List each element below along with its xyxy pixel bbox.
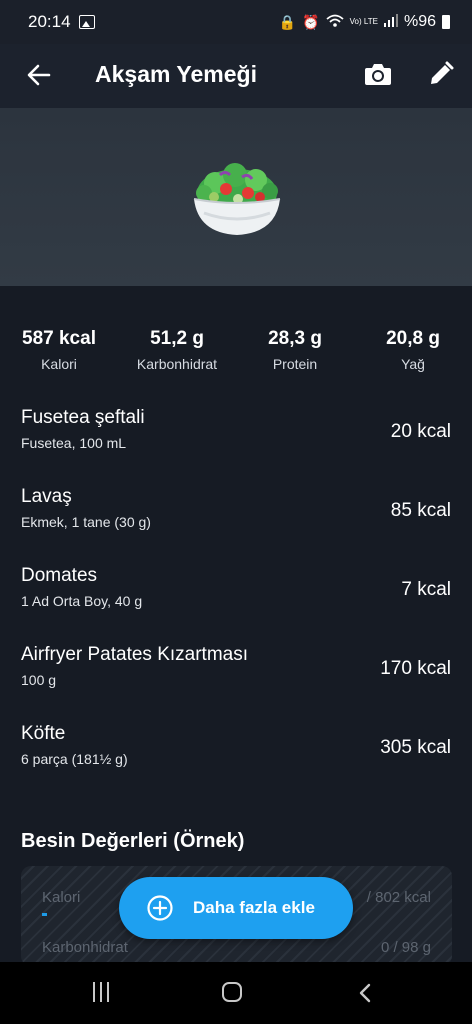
status-time: 20:14 <box>28 12 71 31</box>
system-nav-bar <box>0 962 472 1024</box>
add-more-label: Daha fazla ekle <box>193 898 315 917</box>
nav-back-icon[interactable] <box>355 982 377 1004</box>
lock-icon: 🔒 <box>278 13 297 30</box>
food-name: Airfryer Patates Kızartması <box>21 644 249 665</box>
recent-apps-icon-bar <box>100 982 102 1002</box>
recent-apps-icon-bar <box>93 982 95 1002</box>
volte-indicator: Vo) LTE <box>349 17 378 26</box>
add-more-button[interactable]: Daha fazla ekle <box>119 877 353 939</box>
edit-button[interactable] <box>423 56 459 92</box>
macro-label: Kalori <box>41 356 77 372</box>
back-button[interactable] <box>22 58 56 92</box>
salad-bowl-icon <box>193 163 281 235</box>
food-list-item[interactable]: Domates 1 Ad Orta Boy, 40 g 7 kcal <box>0 565 472 625</box>
macro-calories: 587 kcal Kalori <box>4 328 114 372</box>
alarm-icon: ⏰ <box>302 13 320 30</box>
food-name: Domates <box>21 565 98 586</box>
macro-label: Karbonhidrat <box>136 356 218 372</box>
arrow-left-icon <box>27 64 51 86</box>
macro-value: 51,2 g <box>150 328 204 349</box>
food-list-item[interactable]: Köfte 6 parça (181½ g) 305 kcal <box>0 723 472 783</box>
wifi-icon <box>326 14 344 31</box>
nutrition-value: 0 / 98 g <box>380 939 431 956</box>
food-calories: 7 kcal <box>401 579 451 600</box>
food-calories: 170 kcal <box>380 658 451 679</box>
home-button[interactable] <box>222 982 242 1002</box>
macro-label: Yağ <box>401 356 425 372</box>
page-title: Akşam Yemeği <box>95 61 257 87</box>
nutrition-value: / 802 kcal <box>366 889 431 906</box>
food-name: Fusetea şeftali <box>21 407 145 428</box>
food-list-item[interactable]: Airfryer Patates Kızartması 100 g 170 kc… <box>0 644 472 704</box>
food-calories: 20 kcal <box>390 421 451 442</box>
plus-circle-icon <box>147 895 173 921</box>
nutrition-label: Karbonhidrat <box>42 939 128 956</box>
recent-apps-button[interactable] <box>88 982 114 1004</box>
food-description: Ekmek, 1 tane (30 g) <box>21 514 151 530</box>
food-calories: 85 kcal <box>390 500 451 521</box>
macro-fat: 20,8 g Yağ <box>358 328 468 372</box>
signal-icon <box>383 13 398 32</box>
meal-photo-area[interactable] <box>0 108 472 286</box>
food-name: Köfte <box>21 723 66 744</box>
nutrition-progress-bar <box>42 913 47 916</box>
food-list-item[interactable]: Fusetea şeftali Fusetea, 100 mL 20 kcal <box>0 407 472 467</box>
nutrition-section-title: Besin Değerleri (Örnek) <box>21 830 245 852</box>
camera-icon <box>365 64 391 85</box>
status-bar: 20:14 🔒 ⏰ Vo) LTE %96 <box>0 0 472 44</box>
macro-value: 20,8 g <box>386 328 440 349</box>
macro-label: Protein <box>272 356 318 372</box>
app-bar: Akşam Yemeği <box>0 44 472 108</box>
battery-percent: %96 <box>403 13 436 30</box>
food-list-item[interactable]: Lavaş Ekmek, 1 tane (30 g) 85 kcal <box>0 486 472 546</box>
gallery-notification-icon <box>78 15 95 29</box>
macro-protein: 28,3 g Protein <box>240 328 350 372</box>
battery-icon <box>442 15 450 29</box>
pencil-icon <box>431 61 454 84</box>
macro-value: 28,3 g <box>268 328 322 349</box>
nutrition-label: Kalori <box>42 889 81 906</box>
camera-button[interactable] <box>360 56 396 92</box>
food-name: Lavaş <box>21 486 72 507</box>
recent-apps-icon-bar <box>107 982 109 1002</box>
food-description: Fusetea, 100 mL <box>21 435 127 451</box>
food-calories: 305 kcal <box>380 737 451 758</box>
food-description: 100 g <box>21 672 57 688</box>
macro-summary: 587 kcal Kalori 51,2 g Karbonhidrat 28,3… <box>0 328 472 378</box>
food-description: 1 Ad Orta Boy, 40 g <box>21 593 143 609</box>
food-description: 6 parça (181½ g) <box>21 751 128 767</box>
macro-value: 587 kcal <box>22 328 96 349</box>
nutrition-row: Karbonhidrat 0 / 98 g <box>42 939 431 956</box>
macro-carbs: 51,2 g Karbonhidrat <box>122 328 232 372</box>
